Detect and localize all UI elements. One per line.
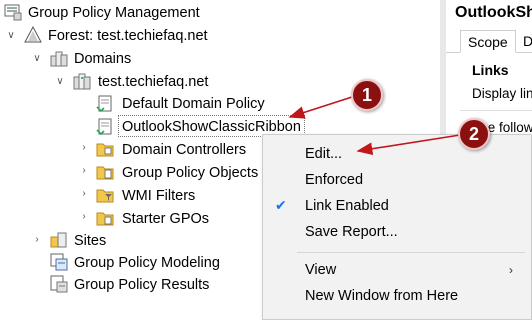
modeling-icon bbox=[50, 253, 68, 271]
gpo-link-icon bbox=[96, 118, 114, 136]
sites-icon bbox=[50, 231, 68, 249]
domain-icon bbox=[73, 72, 91, 90]
menu-item-edit-label: Edit... bbox=[305, 146, 343, 162]
menu-item-new-window-label: New Window from Here bbox=[305, 288, 459, 304]
expand-domain-controllers-chevron-icon[interactable]: › bbox=[79, 143, 89, 153]
menu-item-view-label: View bbox=[305, 262, 337, 278]
tab-details[interactable]: De bbox=[516, 30, 532, 53]
menu-item-enforced[interactable]: Enforced bbox=[263, 167, 531, 193]
collapse-domains-chevron-icon[interactable]: ∨ bbox=[32, 54, 42, 64]
checkmark-icon: ✔ bbox=[275, 197, 287, 213]
menu-item-edit[interactable]: Edit... bbox=[263, 141, 531, 167]
menu-item-link-enabled[interactable]: ✔ Link Enabled bbox=[263, 193, 531, 219]
menu-item-save-report-label: Save Report... bbox=[305, 224, 398, 240]
menu-item-save-report[interactable]: Save Report... bbox=[263, 219, 531, 245]
tree-item-wmi-filters[interactable]: WMI Filters bbox=[122, 187, 195, 205]
tree-root-label[interactable]: Group Policy Management bbox=[28, 4, 200, 22]
forest-icon bbox=[24, 25, 42, 44]
expand-wmi-chevron-icon[interactable]: › bbox=[79, 189, 89, 199]
menu-item-link-enabled-label: Link Enabled bbox=[305, 198, 389, 214]
ou-folder-icon bbox=[96, 140, 114, 158]
menu-item-new-window[interactable]: New Window from Here bbox=[263, 283, 531, 309]
tree-modeling-label[interactable]: Group Policy Modeling bbox=[74, 254, 220, 272]
results-icon bbox=[50, 275, 68, 293]
gpm-console-icon bbox=[4, 3, 22, 21]
tree-item-domain-controllers[interactable]: Domain Controllers bbox=[122, 141, 246, 159]
expand-starter-gpos-chevron-icon[interactable]: › bbox=[79, 212, 89, 222]
collapse-forest-chevron-icon[interactable]: ∨ bbox=[6, 31, 16, 41]
tree-item-group-policy-objects[interactable]: Group Policy Objects bbox=[122, 164, 258, 182]
tree-forest-label[interactable]: Forest: test.techiefaq.net bbox=[48, 27, 208, 45]
display-links-label: Display link bbox=[472, 86, 532, 101]
gpo-folder-icon bbox=[96, 163, 114, 181]
menu-item-enforced-label: Enforced bbox=[305, 172, 364, 188]
tree-item-default-domain-policy[interactable]: Default Domain Policy bbox=[122, 95, 265, 113]
gpo-link-icon bbox=[96, 95, 114, 113]
context-menu: Edit... Enforced ✔ Link Enabled Save Rep… bbox=[262, 134, 532, 320]
tree-item-starter-gpos[interactable]: Starter GPOs bbox=[122, 210, 209, 228]
expand-gpo-chevron-icon[interactable]: › bbox=[79, 166, 89, 176]
menu-separator bbox=[297, 252, 525, 253]
collapse-domain-chevron-icon[interactable]: ∨ bbox=[55, 77, 65, 87]
tree-domains-label[interactable]: Domains bbox=[74, 50, 131, 68]
wmi-folder-icon bbox=[96, 186, 114, 204]
submenu-arrow-icon: › bbox=[509, 263, 513, 277]
details-title: OutlookShow bbox=[455, 4, 532, 21]
tab-scope[interactable]: Scope bbox=[460, 30, 516, 53]
divider bbox=[460, 110, 532, 111]
domains-folder-icon bbox=[50, 49, 68, 67]
menu-item-view[interactable]: View › bbox=[263, 257, 531, 283]
links-heading: Links bbox=[472, 62, 509, 78]
starter-gpo-folder-icon bbox=[96, 209, 114, 227]
tree-sites-label[interactable]: Sites bbox=[74, 232, 106, 250]
annotation-badge-1: 1 bbox=[351, 79, 383, 111]
annotation-badge-2: 2 bbox=[458, 118, 490, 150]
tree-results-label[interactable]: Group Policy Results bbox=[74, 276, 209, 294]
expand-sites-chevron-icon[interactable]: › bbox=[32, 235, 42, 245]
tree-domain-label[interactable]: test.techiefaq.net bbox=[98, 73, 208, 91]
